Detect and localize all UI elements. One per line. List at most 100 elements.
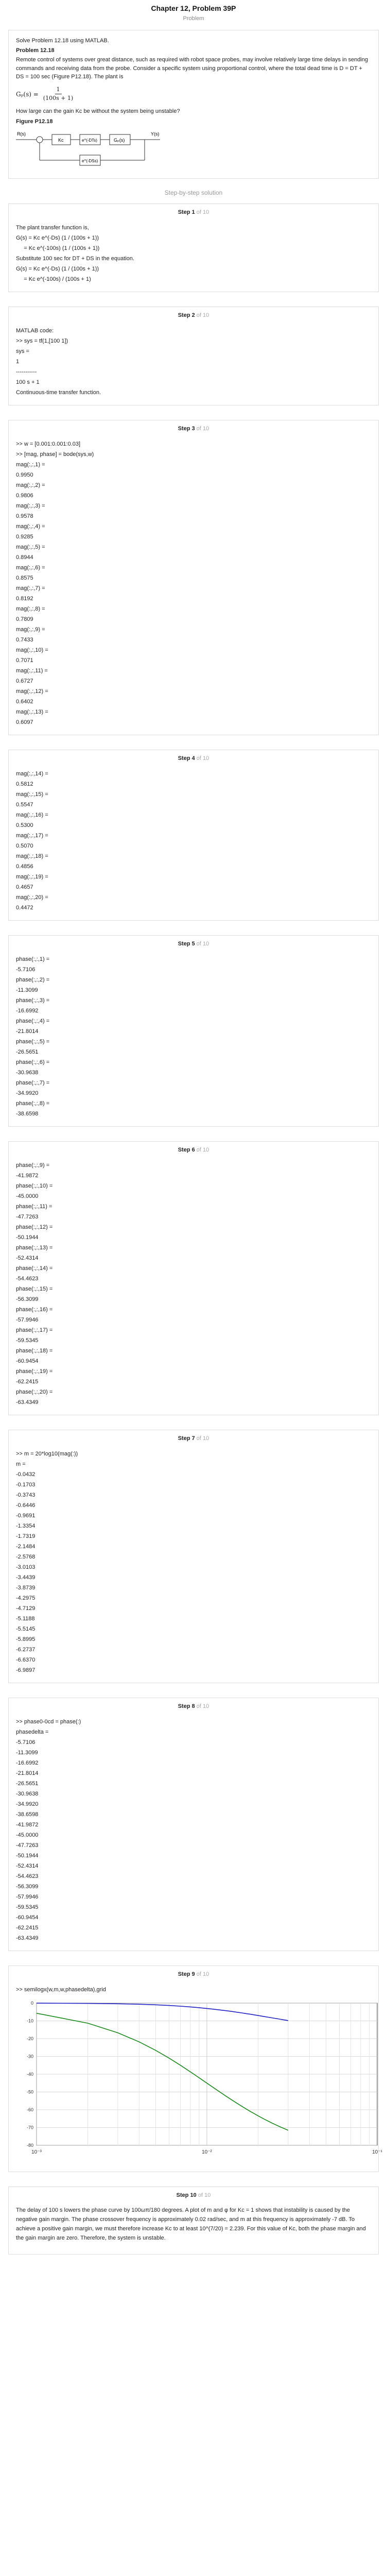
step-line: -45.0000 bbox=[16, 1193, 39, 1199]
step-of: of 10 bbox=[196, 941, 209, 947]
step-line: 0.9950 bbox=[16, 472, 33, 478]
step-line: -0.3743 bbox=[16, 1492, 36, 1498]
step-line: 0.7433 bbox=[16, 637, 33, 643]
page-subtitle: Problem bbox=[183, 15, 204, 22]
step-line: -57.9946 bbox=[16, 1317, 39, 1323]
step-line: mag(:,:,16) = bbox=[16, 812, 48, 818]
solution-label: Step-by-step solution bbox=[164, 189, 223, 196]
step-line: phase(:,:,1) = bbox=[16, 956, 50, 962]
step-line: >> [mag, phase] = bode(sys,w) bbox=[16, 451, 94, 457]
step-line: = Kc e^(-100s) / (100s + 1) bbox=[16, 276, 91, 282]
step-line: -47.7263 bbox=[16, 1214, 39, 1220]
step-line: -2.1484 bbox=[16, 1544, 36, 1550]
step-line: -0.0432 bbox=[16, 1471, 36, 1478]
step-header: Step 5 of 10 bbox=[16, 941, 371, 947]
step-line: -6.6370 bbox=[16, 1657, 36, 1663]
step-line: -63.4349 bbox=[16, 1935, 39, 1941]
step-line: phase(:,:,2) = bbox=[16, 977, 50, 983]
step-line: -3.0103 bbox=[16, 1564, 36, 1570]
step-line: -0.1703 bbox=[16, 1482, 36, 1488]
step-9-card: Step 9 of 10 >> semilogx(w,m,w,phasedelt… bbox=[8, 1965, 383, 2172]
diagram-ys-label: Y(s) bbox=[151, 131, 160, 137]
step-9-of: of 10 bbox=[196, 1971, 209, 1977]
header: Chapter 12, Problem 39P Problem bbox=[0, 0, 387, 25]
step-line: 0.8944 bbox=[16, 554, 33, 561]
step-line: -5.1188 bbox=[16, 1616, 35, 1622]
step-card: Step 7 of 10 >> m = 20*log10(mag(:)) m = -0… bbox=[8, 1430, 379, 1683]
step-line: mag(:,:,8) = bbox=[16, 606, 45, 612]
step-line: 1 bbox=[16, 359, 20, 365]
eq-lhs: Gₚ(s) = bbox=[16, 90, 39, 98]
x-tick-label: 10⁻² bbox=[202, 2149, 212, 2155]
step-line: -5.5145 bbox=[16, 1626, 36, 1632]
y-tick-label: -80 bbox=[27, 2143, 33, 2148]
eq-numerator: 1 bbox=[55, 86, 62, 94]
step-card: Step 8 of 10 >> phase0-0cd = phase(:) phas… bbox=[8, 1698, 379, 1951]
step-line: phase(:,:,4) = bbox=[16, 1018, 50, 1024]
step-num: Step 5 bbox=[178, 941, 195, 947]
step-card: Step 2 of 10 MATLAB code: >> sys = tf(1,[1… bbox=[8, 307, 379, 405]
step-line: -54.4623 bbox=[16, 1873, 39, 1879]
step-line: mag(:,:,3) = bbox=[16, 503, 45, 509]
step-line: -16.6992 bbox=[16, 1008, 39, 1014]
step-of: of 10 bbox=[196, 1147, 209, 1153]
step-10-header: Step 10 of 10 bbox=[16, 2192, 371, 2198]
step-line: 0.8192 bbox=[16, 596, 33, 602]
step-line: phase(:,:,20) = bbox=[16, 1389, 53, 1395]
step-header: Step 8 of 10 bbox=[16, 1703, 371, 1709]
step-line: mag(:,:,11) = bbox=[16, 668, 48, 674]
step-line: 0.5812 bbox=[16, 781, 33, 787]
step-line: 0.7809 bbox=[16, 616, 33, 622]
step-line: mag(:,:,19) = bbox=[16, 874, 48, 880]
step-num: Step 6 bbox=[178, 1147, 195, 1153]
step-line: 0.6727 bbox=[16, 678, 33, 684]
step-line: 0.5547 bbox=[16, 802, 33, 808]
step-10-num: Step 10 bbox=[176, 2192, 197, 2198]
step-line: -11.3099 bbox=[16, 1750, 38, 1756]
step-line: mag(:,:,10) = bbox=[16, 647, 48, 653]
step-line: -3.8739 bbox=[16, 1585, 36, 1591]
step-line: -56.3099 bbox=[16, 1884, 39, 1890]
step-line: -5.8995 bbox=[16, 1636, 36, 1642]
y-tick-label: -50 bbox=[27, 2090, 33, 2095]
step-num: Step 7 bbox=[178, 1435, 195, 1442]
step-line: mag(:,:,4) = bbox=[16, 523, 45, 530]
step-line: -34.9920 bbox=[16, 1801, 39, 1807]
steps-container: Step 1 of 10 The plant transfer function … bbox=[0, 204, 387, 1951]
step-header: Step 4 of 10 bbox=[16, 755, 371, 761]
step-line: G(s) = Kc e^(-Ds) (1 / (100s + 1)) bbox=[16, 266, 99, 272]
y-tick-label: -10 bbox=[27, 2019, 33, 2024]
problem-question: How large can the gain Kc be without the… bbox=[16, 108, 180, 114]
step-line: phase(:,:,14) = bbox=[16, 1265, 53, 1272]
step-line: -52.4314 bbox=[16, 1863, 39, 1869]
figure-label: Figure P12.18 bbox=[16, 118, 53, 125]
step-line: phase(:,:,16) = bbox=[16, 1307, 53, 1313]
step-line: -21.8014 bbox=[16, 1770, 39, 1776]
step-line: 0.9806 bbox=[16, 493, 33, 499]
step-header: Step 3 of 10 bbox=[16, 426, 371, 432]
step-9-num: Step 9 bbox=[178, 1971, 195, 1977]
y-tick-label: 0 bbox=[31, 2001, 33, 2006]
step-line: 0.6402 bbox=[16, 699, 33, 705]
step-line: mag(:,:,1) = bbox=[16, 462, 45, 468]
step-line: phase(:,:,13) = bbox=[16, 1245, 53, 1251]
diagram-rs-label: R(s) bbox=[17, 131, 26, 137]
step-line: phase(:,:,19) = bbox=[16, 1368, 53, 1375]
step-line: mag(:,:,20) = bbox=[16, 894, 48, 901]
step-line: >> m = 20*log10(mag(:)) bbox=[16, 1451, 78, 1457]
step-line: -0.9691 bbox=[16, 1513, 36, 1519]
step-of: of 10 bbox=[196, 426, 209, 432]
block-diagram: R(s) Kc e^(-DTs) Gₚ(s) Y(s) e^(-DSs) bbox=[16, 131, 160, 165]
plot-wrap: 0 -10 -20 -30 -40 -50 -60 -70 -80 10⁻³ 10⁻² 10⁻¹ bbox=[16, 1998, 383, 2164]
eq-denominator: (100s + 1) bbox=[43, 95, 74, 101]
step-header: Step 7 of 10 bbox=[16, 1435, 371, 1442]
step-line: -6.9897 bbox=[16, 1667, 36, 1673]
kc-block-label: Kc bbox=[58, 138, 64, 143]
bode-plot: 0 -10 -20 -30 -40 -50 -60 -70 -8010⁻³ 10⁻² 10⁻¹ bbox=[27, 2001, 383, 2155]
step-line: mag(:,:,17) = bbox=[16, 833, 48, 839]
step-line: mag(:,:,9) = bbox=[16, 626, 45, 633]
problem-statement: Solve Problem 12.18 using MATLAB. Proble… bbox=[8, 30, 379, 179]
step-line: -30.9638 bbox=[16, 1791, 39, 1797]
step-line: -3.4439 bbox=[16, 1574, 36, 1581]
x-tick-label: 10⁻¹ bbox=[372, 2149, 382, 2155]
